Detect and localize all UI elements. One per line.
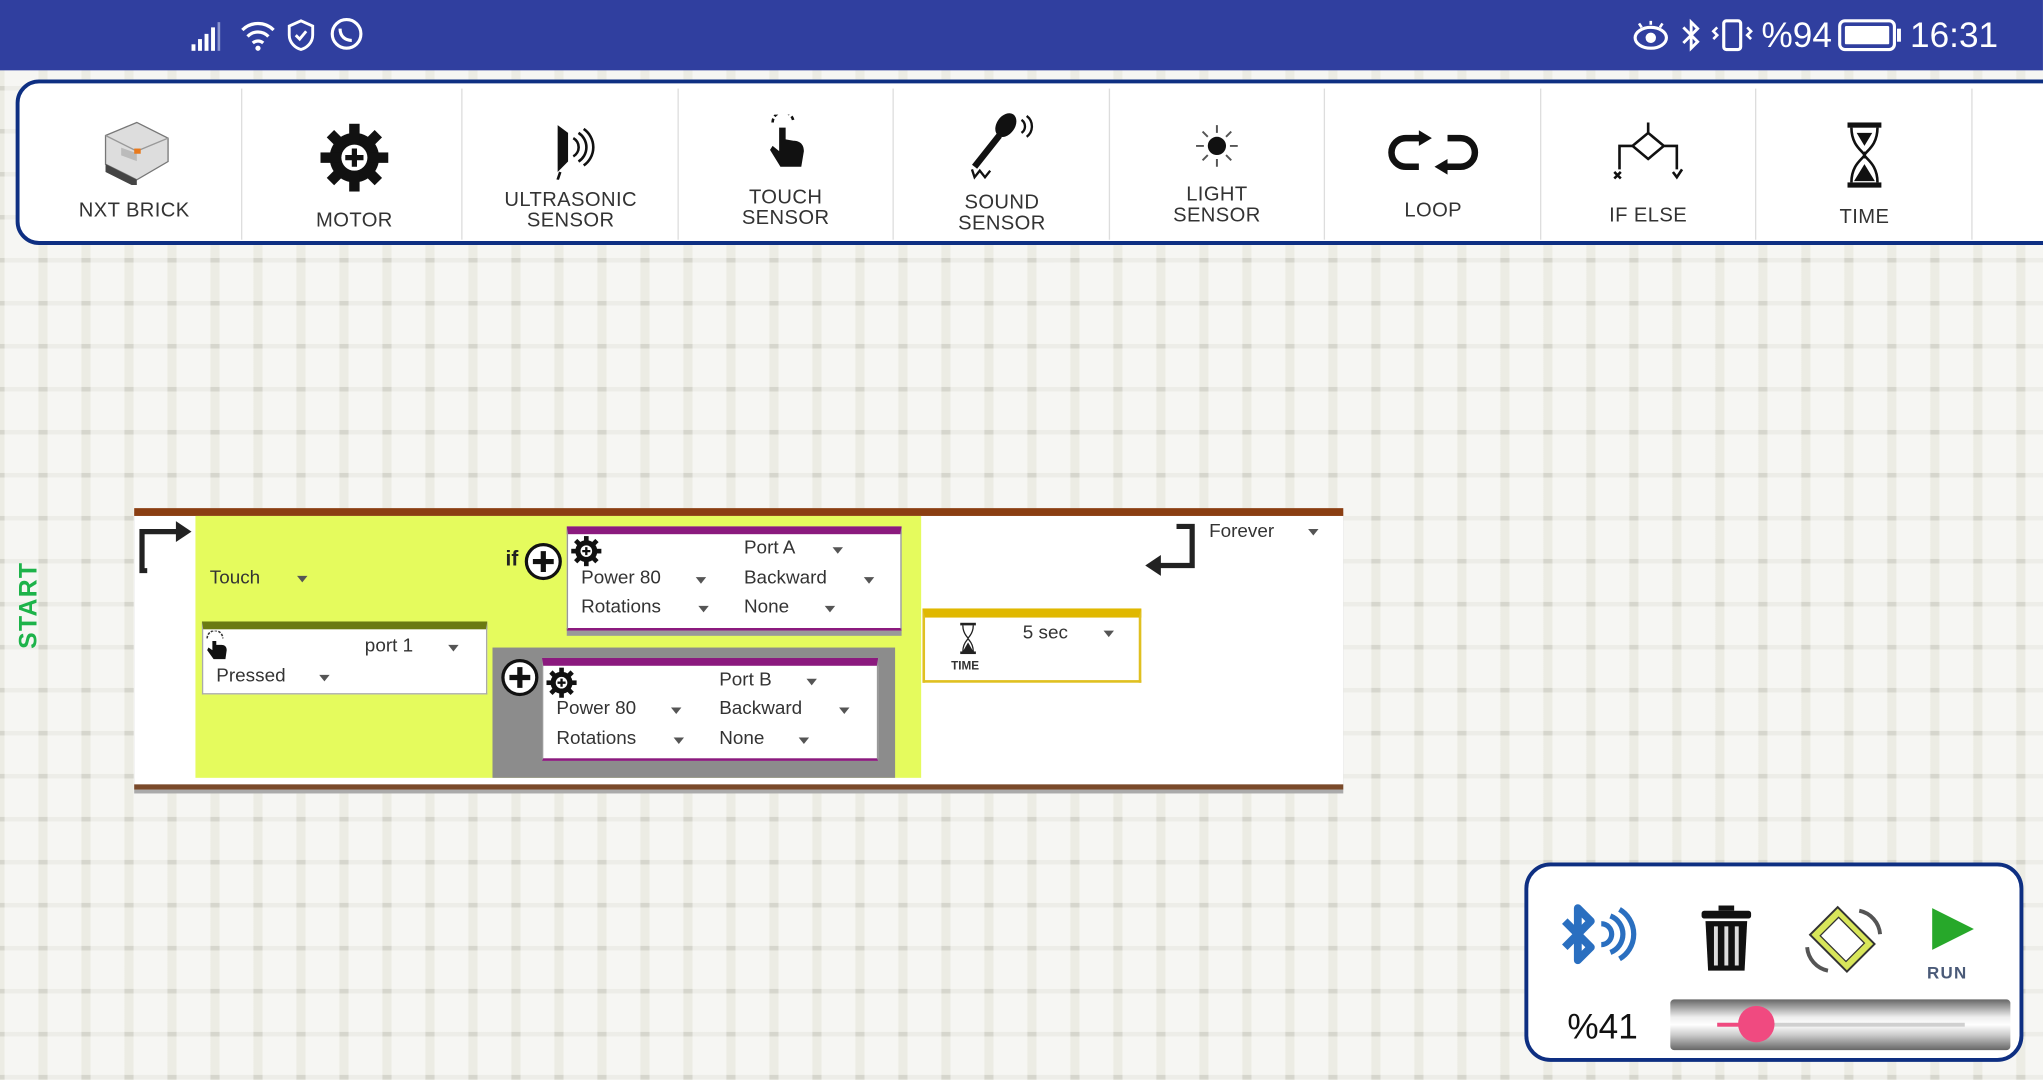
loop-start-arrow-icon bbox=[139, 521, 192, 574]
tool-label: TOUCH bbox=[748, 186, 823, 209]
microphone-icon bbox=[970, 113, 1034, 180]
dropdown-arrow-icon[interactable] bbox=[319, 674, 330, 682]
tool-loop[interactable]: LOOP bbox=[1326, 88, 1542, 240]
status-bar: %94 16:31 bbox=[0, 0, 2043, 71]
direction-dropdown[interactable]: Backward bbox=[719, 698, 802, 719]
add-else-icon[interactable] bbox=[500, 658, 539, 697]
touch-state-dropdown[interactable]: Pressed bbox=[216, 666, 285, 687]
power-dropdown[interactable]: Power 80 bbox=[556, 698, 636, 719]
touch-hand-icon bbox=[770, 114, 804, 167]
start-label: START bbox=[15, 561, 43, 649]
tool-touch-sensor[interactable]: TOUCH SENSOR bbox=[679, 88, 894, 240]
touch-hand-icon bbox=[206, 630, 227, 660]
block-palette-toolbar: NXT BRICK MOTOR ULTRASONIC SENSOR TOUCH … bbox=[15, 79, 2043, 245]
loop-icon bbox=[1388, 130, 1479, 175]
ultrasonic-icon bbox=[556, 125, 595, 180]
if-label: if bbox=[505, 548, 519, 571]
dropdown-arrow-icon[interactable] bbox=[673, 737, 685, 744]
speed-percent-label: %41 bbox=[1567, 1007, 1638, 1047]
bluetooth-icon bbox=[1682, 18, 1700, 52]
tool-label: SENSOR bbox=[741, 207, 830, 230]
motor-port-dropdown[interactable]: Port B bbox=[719, 670, 772, 691]
rotate-screen-icon[interactable] bbox=[1802, 903, 1885, 979]
loop-mode-dropdown[interactable]: Forever bbox=[1209, 521, 1274, 542]
tool-label: IF ELSE bbox=[1609, 204, 1688, 227]
trash-icon[interactable] bbox=[1699, 903, 1754, 976]
touch-sensor-block[interactable]: port 1 Pressed bbox=[201, 621, 488, 695]
dropdown-arrow-icon[interactable] bbox=[297, 575, 308, 583]
loop-end-arrow-icon bbox=[1145, 523, 1195, 576]
tool-ultrasonic-sensor[interactable]: ULTRASONIC SENSOR bbox=[464, 88, 679, 240]
wifi-icon bbox=[241, 21, 275, 51]
dropdown-arrow-icon[interactable] bbox=[798, 737, 810, 744]
eye-icon bbox=[1633, 20, 1668, 50]
tool-light-sensor[interactable]: LIGHT SENSOR bbox=[1110, 88, 1326, 240]
dropdown-arrow-icon[interactable] bbox=[698, 605, 709, 613]
gear-icon bbox=[546, 667, 577, 698]
nxt-brick-icon bbox=[104, 121, 169, 186]
hourglass-icon bbox=[1847, 122, 1882, 188]
tool-motor[interactable]: MOTOR bbox=[248, 88, 463, 240]
battery-icon bbox=[1838, 19, 1901, 52]
dropdown-arrow-icon[interactable] bbox=[839, 707, 850, 714]
tool-label: SENSOR bbox=[958, 212, 1046, 235]
tool-sound-sensor[interactable]: SOUND SENSOR bbox=[895, 88, 1111, 240]
dropdown-arrow-icon[interactable] bbox=[863, 577, 875, 584]
unit-dropdown[interactable]: Rotations bbox=[581, 597, 661, 618]
run-label[interactable]: RUN bbox=[1927, 963, 1968, 983]
tool-label: SENSOR bbox=[1173, 204, 1261, 227]
motor-block-b[interactable]: Port B Power 80 Backward Rotations None bbox=[542, 657, 879, 761]
amount-dropdown[interactable]: None bbox=[719, 728, 764, 749]
shield-check-icon bbox=[287, 19, 315, 51]
unit-dropdown[interactable]: Rotations bbox=[556, 728, 636, 749]
tool-label: NXT BRICK bbox=[78, 199, 190, 222]
run-icon[interactable] bbox=[1927, 906, 1979, 953]
tool-time[interactable]: TIME bbox=[1758, 88, 1973, 240]
loop-block[interactable]: Touch port 1 Pressed if Port A Power 80 … bbox=[134, 508, 1344, 790]
dropdown-arrow-icon[interactable] bbox=[806, 678, 817, 686]
dropdown-arrow-icon[interactable] bbox=[448, 644, 459, 652]
bluetooth-connect-icon[interactable] bbox=[1557, 900, 1648, 976]
dropdown-arrow-icon[interactable] bbox=[1308, 528, 1319, 536]
gear-icon bbox=[571, 536, 602, 567]
duration-dropdown[interactable]: 5 sec bbox=[1023, 623, 1068, 644]
clock: 16:31 bbox=[1910, 15, 1999, 55]
time-label: TIME bbox=[951, 659, 980, 673]
dropdown-arrow-icon[interactable] bbox=[695, 577, 707, 584]
tool-label: SOUND bbox=[964, 191, 1040, 214]
battery-percent: %94 bbox=[1761, 15, 1832, 55]
slider-thumb[interactable] bbox=[1738, 1005, 1775, 1043]
port-dropdown[interactable]: port 1 bbox=[365, 636, 413, 657]
amount-dropdown[interactable]: None bbox=[744, 597, 789, 618]
gear-icon bbox=[320, 123, 389, 192]
light-icon bbox=[1196, 125, 1238, 167]
speed-slider[interactable] bbox=[1670, 999, 2011, 1051]
tool-label: LOOP bbox=[1404, 199, 1463, 222]
tool-nxt-brick[interactable]: NXT BRICK bbox=[27, 88, 243, 240]
add-branch-icon[interactable] bbox=[524, 542, 563, 581]
dropdown-arrow-icon[interactable] bbox=[824, 605, 836, 613]
sensor-type-dropdown[interactable]: Touch bbox=[210, 568, 260, 589]
if-else-icon bbox=[1613, 122, 1684, 180]
time-block[interactable]: TIME 5 sec bbox=[922, 608, 1142, 683]
direction-dropdown[interactable]: Backward bbox=[744, 568, 827, 589]
vibrate-icon bbox=[1711, 19, 1753, 52]
tool-label: SENSOR bbox=[526, 209, 615, 232]
tool-label: TIME bbox=[1839, 205, 1890, 229]
signal-icon bbox=[191, 22, 221, 51]
whatsapp-icon bbox=[330, 17, 363, 50]
tool-if-else[interactable]: IF ELSE bbox=[1541, 88, 1757, 240]
hourglass-icon bbox=[960, 622, 976, 655]
dropdown-arrow-icon[interactable] bbox=[832, 547, 843, 554]
tool-label: LIGHT bbox=[1186, 183, 1248, 206]
dropdown-arrow-icon[interactable] bbox=[1103, 630, 1114, 638]
power-dropdown[interactable]: Power 80 bbox=[581, 568, 661, 589]
motor-block-a[interactable]: Port A Power 80 Backward Rotations None bbox=[566, 526, 902, 631]
tool-label: ULTRASONIC bbox=[504, 188, 637, 212]
dropdown-arrow-icon[interactable] bbox=[670, 707, 682, 714]
motor-port-dropdown[interactable]: Port A bbox=[744, 538, 795, 559]
control-panel: RUN %41 bbox=[1524, 862, 2024, 1062]
tool-label: MOTOR bbox=[316, 209, 393, 232]
